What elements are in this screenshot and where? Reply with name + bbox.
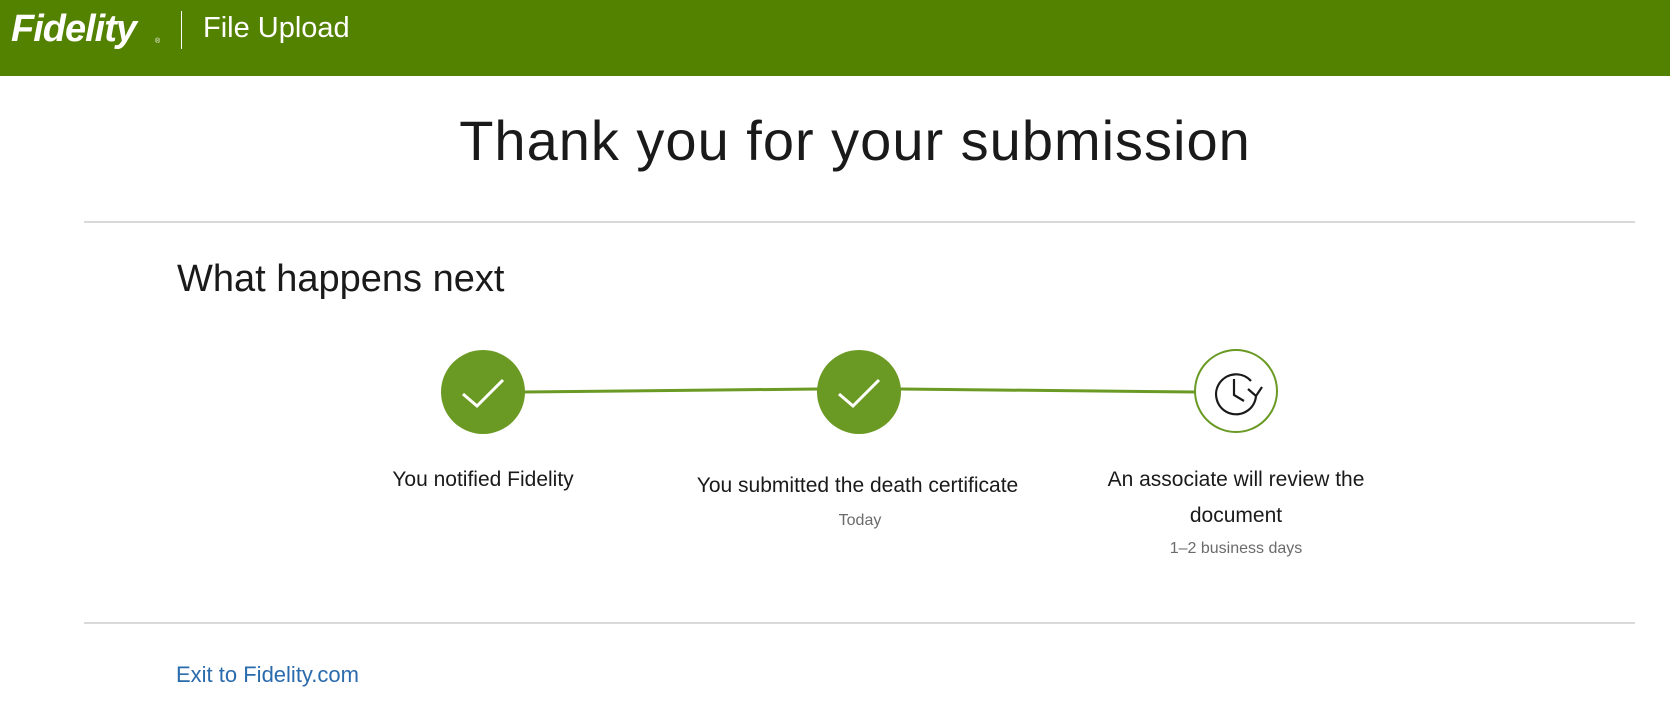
exit-link[interactable]: Exit to Fidelity.com: [176, 662, 359, 688]
step-2-sublabel: Today: [838, 512, 882, 529]
step-1-complete: [441, 350, 525, 434]
registered-mark: ®: [155, 38, 161, 45]
step-1-label: You notified Fidelity: [392, 468, 574, 491]
top-divider: [84, 221, 1635, 223]
app-header: Fidelity ® File Upload: [0, 0, 1670, 76]
step-3-pending: [1194, 349, 1278, 433]
bottom-divider: [84, 622, 1635, 624]
thank-you-heading: Thank you for your submission: [459, 109, 1251, 172]
step-2-label: You submitted the death certificate: [696, 474, 1019, 497]
header-divider: [181, 11, 182, 49]
check-icon: [838, 378, 881, 409]
section-heading: What happens next: [177, 258, 505, 300]
check-icon: [462, 378, 505, 409]
clock-icon: [1214, 373, 1263, 416]
page-title: File Upload: [203, 12, 350, 44]
fidelity-logo[interactable]: Fidelity: [11, 8, 137, 51]
step-3-sublabel: 1–2 business days: [1169, 540, 1303, 557]
connector-line-1: [523, 387, 819, 394]
step-2-complete: [817, 350, 901, 434]
step-3-label: An associate will review the document: [1107, 468, 1365, 527]
connector-line-2: [899, 387, 1196, 394]
